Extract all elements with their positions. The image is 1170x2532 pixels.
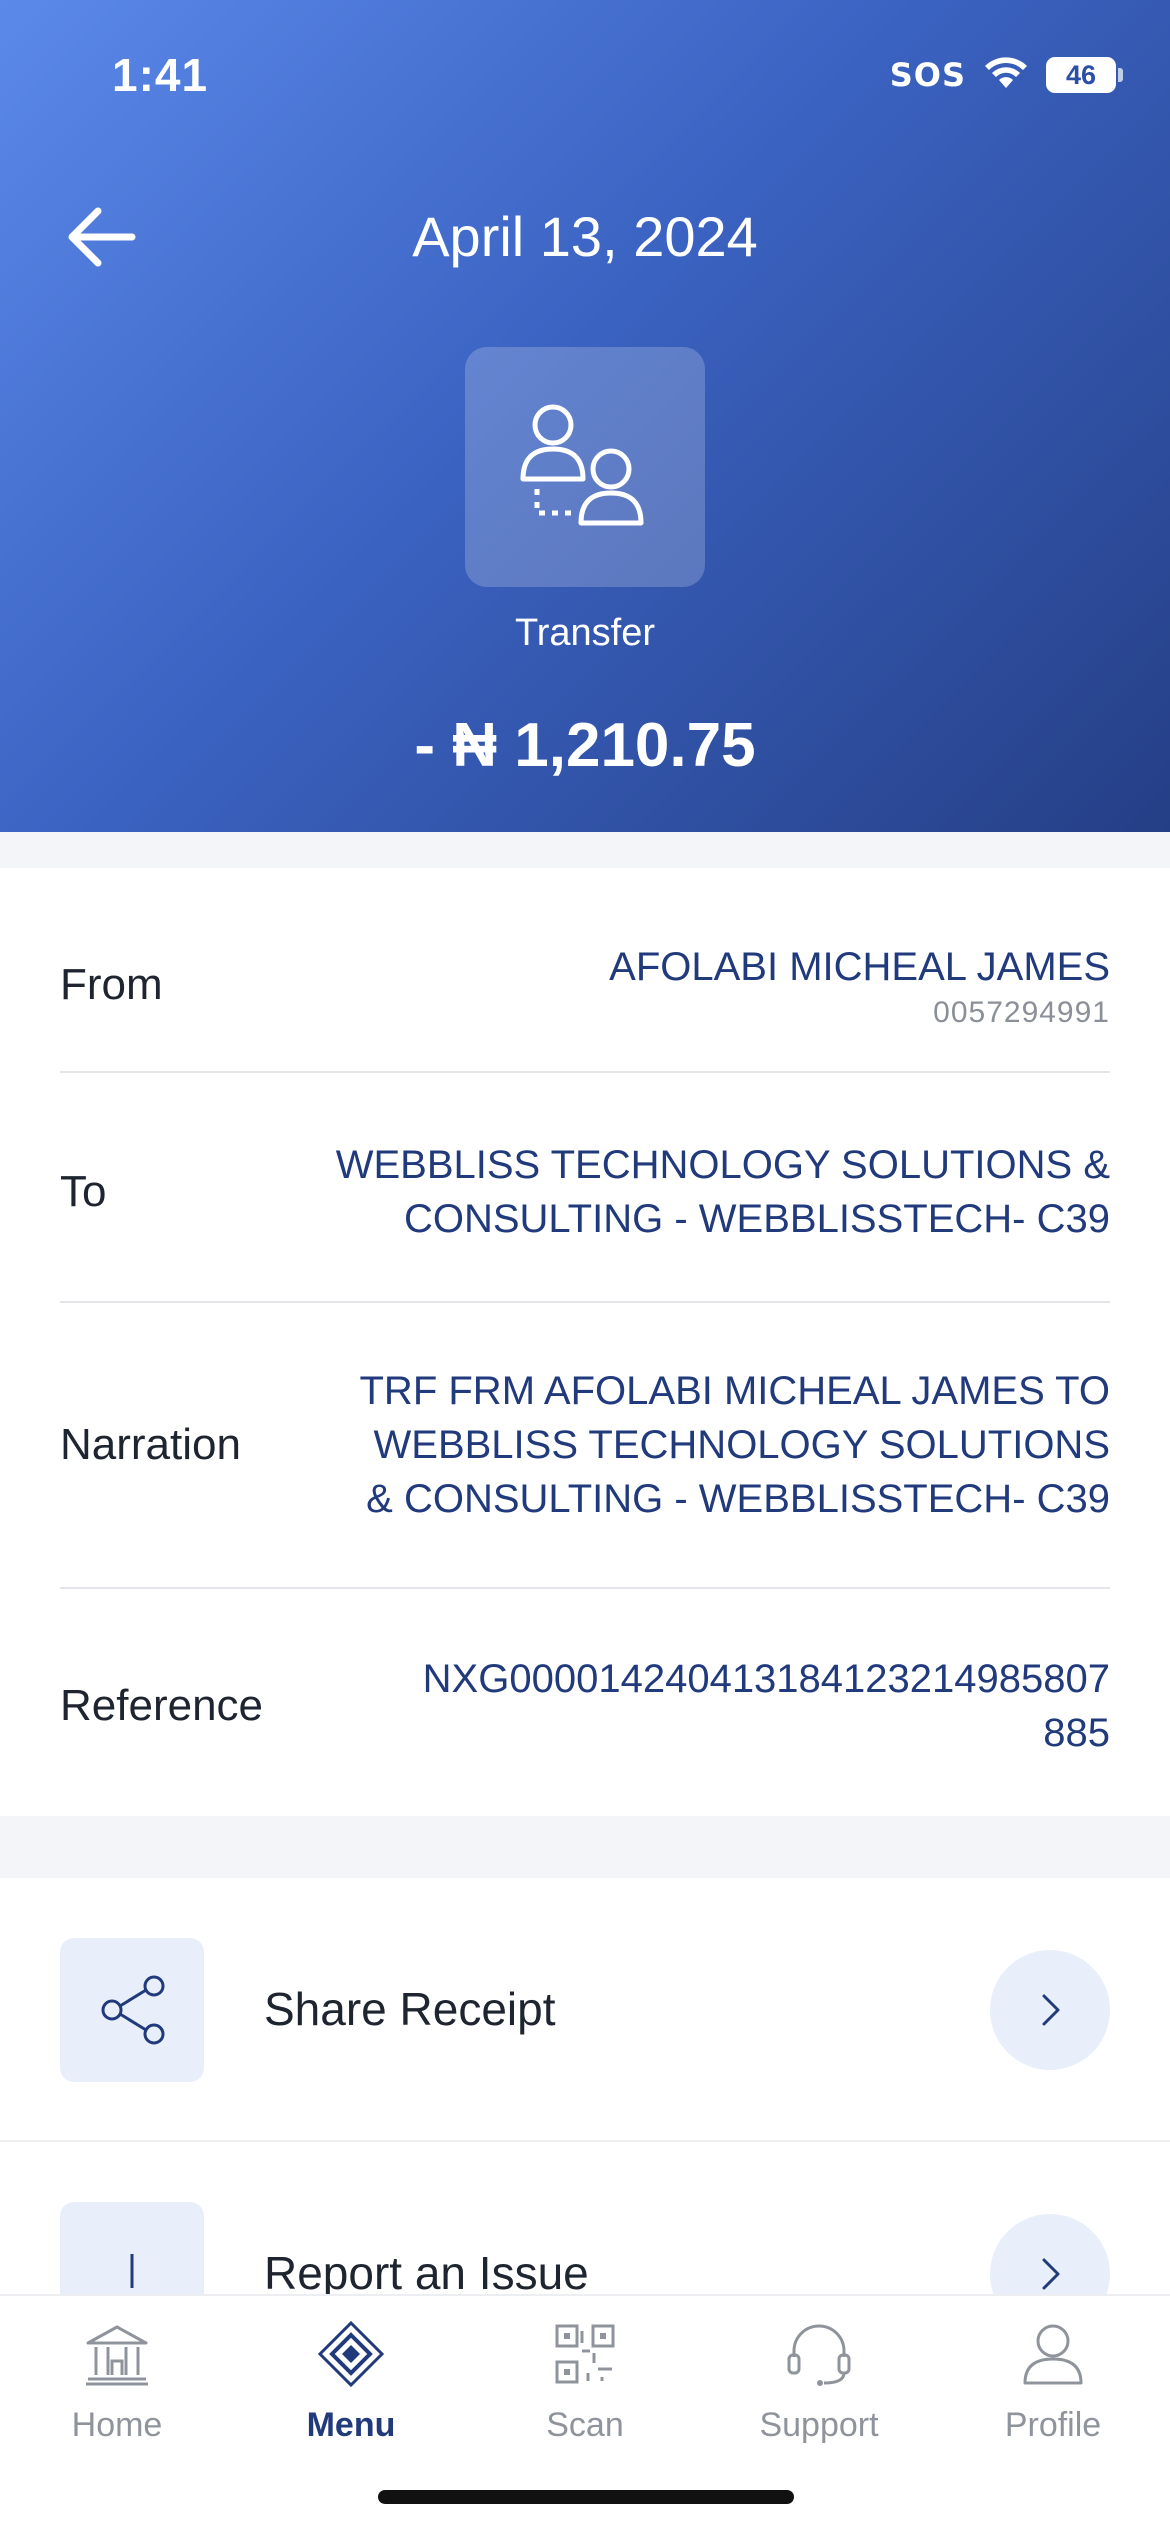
status-time: 1:41	[112, 49, 209, 101]
transfer-users-icon	[520, 404, 644, 526]
to-label: To	[60, 1167, 107, 1216]
detail-row-narration: Narration TRF FRM AFOLABI MICHEAL JAMES …	[60, 1361, 1110, 1529]
detail-row-from: From AFOLABI MICHEAL JAMES 0057294991	[60, 930, 1110, 1040]
page-title: April 13, 2024	[412, 205, 758, 268]
headset-icon	[702, 2316, 936, 2392]
wifi-icon	[984, 54, 1028, 95]
from-value: AFOLABI MICHEAL JAMES 0057294991	[609, 940, 1110, 1030]
report-issue-label: Report an Issue	[264, 2247, 589, 2299]
divider	[60, 1587, 1110, 1589]
bank-icon	[0, 2316, 234, 2392]
tab-support[interactable]: Support	[702, 2316, 936, 2445]
share-icon-tile	[60, 1938, 204, 2082]
section-gap	[0, 1816, 1170, 1878]
tab-home[interactable]: Home	[0, 2316, 234, 2445]
tab-scan[interactable]: Scan	[468, 2316, 702, 2445]
to-value: WEBBLISS TECHNOLOGY SOLUTIONS & CONSULTI…	[336, 1138, 1110, 1246]
battery-icon: 46	[1046, 56, 1123, 93]
transaction-details: From AFOLABI MICHEAL JAMES 0057294991 To…	[0, 868, 1170, 1816]
narration-line-3[interactable]: & CONSULTING - WEBBLISSTECH- C39	[360, 1472, 1110, 1526]
reference-line-1[interactable]: NXG0000142404131841232149858​07	[423, 1652, 1110, 1706]
from-name[interactable]: AFOLABI MICHEAL JAMES	[609, 940, 1110, 994]
divider	[60, 1301, 1110, 1303]
chevron-right-icon	[1042, 1994, 1060, 2026]
sos-label: SOS	[889, 55, 966, 94]
detail-row-to: To WEBBLISS TECHNOLOGY SOLUTIONS & CONSU…	[60, 1133, 1110, 1251]
transaction-type-label: Transfer	[514, 612, 656, 654]
to-line-1[interactable]: WEBBLISS TECHNOLOGY SOLUTIONS &	[336, 1138, 1110, 1192]
share-icon	[101, 1975, 165, 2045]
from-account[interactable]: 0057294991	[609, 996, 1110, 1030]
tab-support-label: Support	[759, 2406, 879, 2444]
reference-line-2[interactable]: 885	[423, 1706, 1110, 1760]
narration-line-1[interactable]: TRF FRM AFOLABI MICHEAL JAMES TO	[360, 1364, 1111, 1418]
transaction-type-tile	[465, 347, 705, 587]
divider	[60, 1071, 1110, 1073]
narration-value: TRF FRM AFOLABI MICHEAL JAMES TO WEBBLIS…	[360, 1364, 1111, 1526]
share-receipt-label: Share Receipt	[264, 1983, 556, 2035]
tab-home-label: Home	[71, 2406, 163, 2444]
transaction-header: 1:41 SOS 46 April 13, 2024 Transfer - ₦ …	[0, 0, 1170, 832]
user-icon	[936, 2316, 1170, 2392]
share-receipt-row[interactable]: Share Receipt	[0, 1878, 1170, 2142]
diamond-menu-icon	[234, 2316, 468, 2392]
tab-menu[interactable]: Menu	[234, 2316, 468, 2445]
tab-profile[interactable]: Profile	[936, 2316, 1170, 2445]
tab-profile-label: Profile	[1004, 2406, 1102, 2444]
narration-line-2[interactable]: WEBBLISS TECHNOLOGY SOLUTIONS	[360, 1418, 1110, 1472]
reference-label: Reference	[60, 1681, 264, 1730]
section-gap	[0, 832, 1170, 868]
detail-row-reference: Reference NXG0000142404131841232149858​0…	[60, 1647, 1110, 1765]
transaction-amount: - ₦ 1,210.75	[414, 711, 756, 780]
qr-scan-icon	[468, 2316, 702, 2392]
home-indicator[interactable]	[378, 2490, 794, 2504]
narration-label: Narration	[60, 1420, 241, 1469]
from-label: From	[60, 960, 163, 1009]
share-receipt-chevron[interactable]	[990, 1950, 1110, 2070]
status-indicators: SOS 46	[889, 54, 1123, 95]
to-line-2[interactable]: CONSULTING - WEBBLISSTECH- C39	[336, 1192, 1110, 1246]
tab-scan-label: Scan	[546, 2406, 624, 2444]
reference-value: NXG0000142404131841232149858​07 885	[423, 1652, 1110, 1760]
tab-menu-label: Menu	[306, 2406, 396, 2444]
